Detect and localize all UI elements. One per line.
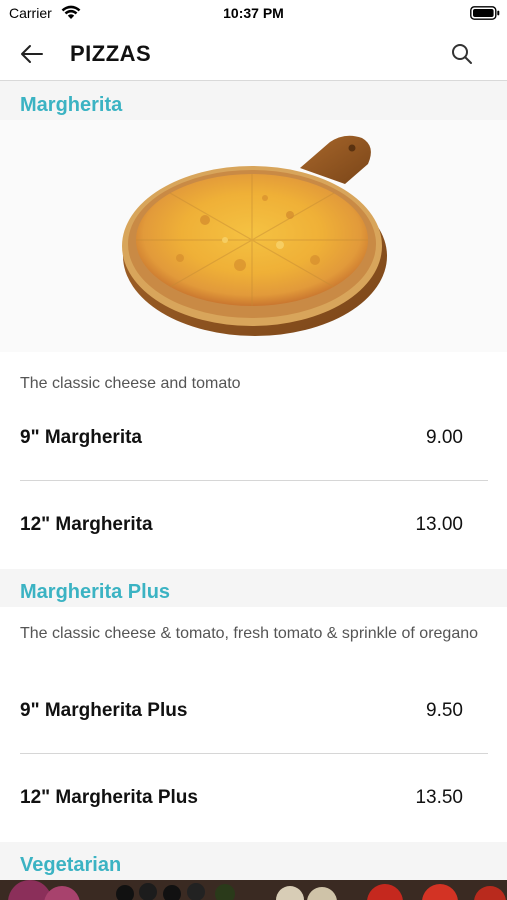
battery-icon bbox=[470, 6, 500, 25]
section-title: Vegetarian bbox=[20, 854, 122, 876]
menu-item-row[interactable]: 9" Margherita 9.00 bbox=[0, 394, 507, 482]
back-button[interactable] bbox=[14, 39, 48, 69]
back-arrow-icon bbox=[21, 45, 43, 63]
menu-item-name: 9" Margherita bbox=[20, 427, 142, 448]
search-button[interactable] bbox=[446, 39, 478, 69]
section-header-margherita: Margherita bbox=[0, 81, 507, 120]
item-description: The classic cheese and tomato bbox=[20, 375, 241, 392]
item-description: The classic cheese & tomato, fresh tomat… bbox=[20, 625, 479, 642]
pizza-image bbox=[0, 120, 507, 352]
section-header-margherita-plus: Margherita Plus bbox=[0, 569, 507, 607]
status-bar: Carrier 10:37 PM bbox=[0, 0, 507, 28]
menu-item-row[interactable]: 9" Margherita Plus 9.50 bbox=[0, 667, 507, 755]
search-icon bbox=[452, 44, 472, 64]
menu-item-price: 13.50 bbox=[415, 787, 463, 808]
section-title: Margherita Plus bbox=[20, 581, 171, 603]
status-time: 10:37 PM bbox=[223, 5, 284, 21]
menu-item-name: 9" Margherita Plus bbox=[20, 700, 188, 721]
vegetarian-image bbox=[0, 880, 507, 900]
menu-item-row[interactable]: 12" Margherita 13.00 bbox=[0, 481, 507, 569]
nav-bar: PIZZAS bbox=[0, 28, 507, 81]
menu-item-price: 9.50 bbox=[426, 700, 463, 721]
menu-item-name: 12" Margherita Plus bbox=[20, 787, 198, 808]
menu-item-price: 9.00 bbox=[426, 427, 463, 448]
menu-item-price: 13.00 bbox=[415, 514, 463, 535]
menu-item-name: 12" Margherita bbox=[20, 514, 153, 535]
section-header-vegetarian: Vegetarian bbox=[0, 842, 507, 880]
section-title: Margherita bbox=[20, 94, 123, 116]
page-title: PIZZAS bbox=[70, 41, 152, 66]
menu-item-row[interactable]: 12" Margherita Plus 13.50 bbox=[0, 754, 507, 842]
